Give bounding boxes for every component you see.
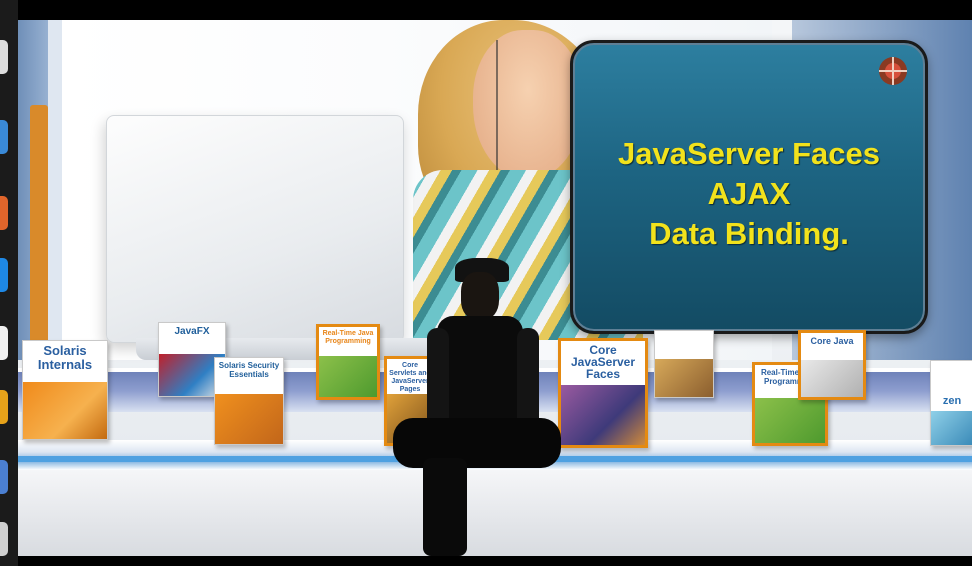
book-title: Solaris Internals [37,343,93,372]
book-cover-art [319,356,377,397]
presentation-slide[interactable]: JavaServer Faces AJAX Data Binding. [570,40,928,334]
book-title: zen [942,395,962,407]
book-cover-art [23,382,107,439]
slide-line-3: Data Binding. [649,216,849,251]
book-cover-top [655,331,713,354]
slide-line-2: AJAX [707,176,791,211]
book-zen[interactable]: zen [930,360,972,446]
dock-item-7[interactable] [0,460,8,494]
avatar-torso [437,316,523,428]
book-title: Core Java [810,336,854,346]
avatar-legs [393,418,561,468]
left-dock [0,0,18,566]
dock-item-3[interactable] [0,196,8,230]
book-cover-art [215,394,283,444]
virtual-world-scene[interactable]: JavaServer Faces AJAX Data Binding. Sola… [18,20,972,556]
avatar-arm-right [517,328,539,428]
avatar-arm-left [427,328,449,428]
dock-item-2[interactable] [0,120,8,154]
book-title: JavaFX [174,326,210,337]
book-title: Real-Time Java Programming [322,330,374,345]
book-title: Solaris Security Essentials [218,361,280,379]
left-wall-accent [30,105,48,345]
laptop-screen [106,115,404,343]
sl-logo-icon [879,57,907,85]
dock-item-6[interactable] [0,390,8,424]
book-title: Core JavaServer Faces [570,343,636,381]
slide-line-1: JavaServer Faces [617,136,880,171]
book-cover-art [931,411,972,445]
avatar[interactable] [393,258,563,556]
book-solaris-security[interactable]: Solaris Security Essentials [214,357,284,445]
book-core-java[interactable]: Core Java [798,330,866,400]
avatar-head [461,272,499,320]
book-cover-art [655,358,713,397]
book-realtime-java-1[interactable]: Real-Time Java Programming [316,324,380,400]
book-sun-series[interactable] [654,330,714,398]
book-cover-art [801,359,863,397]
slide-text: JavaServer Faces AJAX Data Binding. [618,134,880,254]
book-core-jsf[interactable]: Core JavaServer Faces [558,338,648,448]
top-bar [18,0,972,20]
dock-item-1[interactable] [0,40,8,74]
dock-item-8[interactable] [0,522,8,556]
book-cover-art [561,384,645,445]
dock-item-4[interactable] [0,258,8,292]
avatar-lower-leg [423,458,467,556]
book-cover-art [755,397,825,443]
dock-item-5[interactable] [0,326,8,360]
left-pillar [48,20,62,365]
bottom-bar [18,556,972,566]
book-solaris-internals[interactable]: Solaris Internals [22,340,108,440]
